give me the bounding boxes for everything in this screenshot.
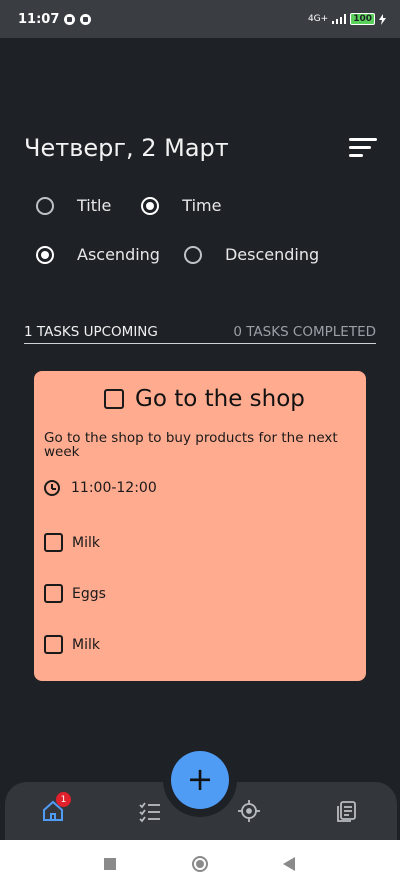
- subtask-checkbox[interactable]: [44, 533, 63, 552]
- signal-icon: [332, 14, 347, 24]
- task-time-row: 11:00-12:00: [44, 480, 157, 496]
- completed-count: 0 TASKS COMPLETED: [233, 324, 376, 340]
- task-time: 11:00-12:00: [71, 480, 157, 496]
- subtask-item: Eggs: [44, 584, 106, 603]
- radio-ascending-label[interactable]: Ascending: [77, 245, 160, 264]
- subtask-item: Milk: [44, 635, 100, 654]
- charging-icon: [379, 13, 386, 25]
- home-badge: 1: [56, 792, 71, 807]
- recents-button[interactable]: [104, 858, 116, 870]
- task-summary: 1 TASKS UPCOMING 0 TASKS COMPLETED: [24, 324, 376, 344]
- radio-descending[interactable]: [183, 245, 202, 264]
- sort-menu-icon[interactable]: [349, 138, 377, 160]
- add-task-button[interactable]: +: [171, 751, 229, 809]
- subtask-checkbox[interactable]: [44, 635, 63, 654]
- nav-notes[interactable]: [335, 799, 359, 823]
- radio-time[interactable]: [141, 196, 160, 215]
- network-label: 4G+: [307, 14, 329, 24]
- battery-icon: 100: [350, 13, 375, 25]
- subtask-checkbox[interactable]: [44, 584, 63, 603]
- subtask-label: Eggs: [72, 585, 106, 602]
- subtask-label: Milk: [72, 636, 100, 653]
- task-checkbox[interactable]: [104, 389, 124, 409]
- status-time: 11:07: [18, 11, 60, 27]
- back-button[interactable]: [283, 857, 295, 871]
- task-title-row: Go to the shop: [104, 386, 305, 412]
- radio-title[interactable]: [36, 196, 54, 215]
- page-title: Четверг, 2 Март: [24, 134, 229, 162]
- checklist-icon: [139, 802, 160, 823]
- radio-ascending[interactable]: [36, 245, 54, 264]
- home-button[interactable]: [192, 856, 208, 872]
- status-left: 11:07: [18, 11, 92, 27]
- radio-time-label[interactable]: Time: [182, 196, 221, 215]
- clock-icon: [44, 480, 60, 496]
- system-navigation-bar: [0, 840, 400, 889]
- notification-icon: [64, 13, 76, 25]
- upcoming-count: 1 TASKS UPCOMING: [24, 324, 158, 340]
- sort-field-group: Title Time: [36, 196, 221, 215]
- sort-order-group: Ascending Descending: [36, 245, 319, 264]
- plus-icon: +: [186, 759, 214, 798]
- radio-descending-label[interactable]: Descending: [225, 245, 319, 264]
- nav-focus[interactable]: [237, 799, 261, 823]
- nav-home[interactable]: 1: [41, 792, 71, 823]
- status-bar: 11:07 4G+ 100: [0, 0, 400, 38]
- notes-icon: [337, 801, 356, 822]
- subtask-label: Milk: [72, 534, 100, 551]
- radio-title-label[interactable]: Title: [77, 196, 111, 215]
- task-card[interactable]: Go to the shop Go to the shop to buy pro…: [34, 371, 366, 681]
- status-right: 4G+ 100: [308, 13, 386, 25]
- target-icon: [238, 800, 260, 822]
- task-title: Go to the shop: [135, 386, 305, 412]
- notification-icon-2: [80, 13, 92, 25]
- nav-tasks[interactable]: [138, 799, 162, 823]
- task-description: Go to the shop to buy products for the n…: [44, 430, 338, 460]
- subtask-item: Milk: [44, 533, 100, 552]
